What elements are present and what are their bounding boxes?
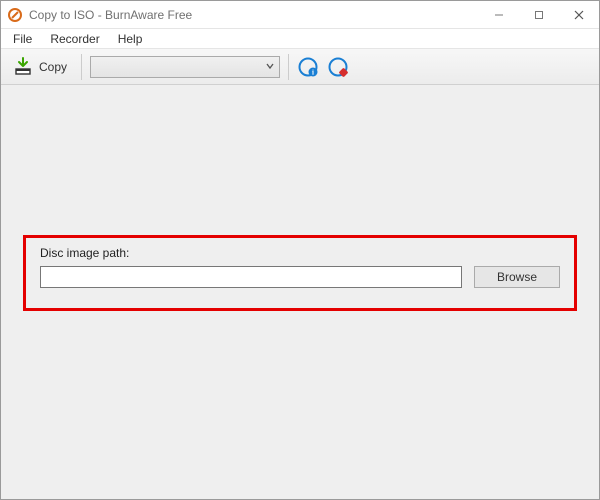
copy-icon (13, 57, 33, 77)
window-controls (479, 1, 599, 28)
disc-image-panel: Disc image path: Browse (23, 235, 577, 311)
erase-disc-button[interactable] (327, 56, 349, 78)
disc-image-path-label: Disc image path: (40, 246, 560, 260)
toolbar-separator (81, 54, 82, 80)
chevron-down-icon (265, 60, 275, 74)
minimize-button[interactable] (479, 1, 519, 28)
menubar: File Recorder Help (1, 29, 599, 49)
copy-label: Copy (39, 60, 67, 74)
maximize-button[interactable] (519, 1, 559, 28)
disc-image-path-row: Browse (40, 266, 560, 288)
content-area: Disc image path: Browse (1, 85, 599, 499)
close-button[interactable] (559, 1, 599, 28)
app-window: Copy to ISO - BurnAware Free File Record… (0, 0, 600, 500)
browse-button[interactable]: Browse (474, 266, 560, 288)
svg-text:i: i (312, 68, 314, 76)
menu-file[interactable]: File (5, 30, 40, 48)
drive-dropdown[interactable] (90, 56, 280, 78)
titlebar: Copy to ISO - BurnAware Free (1, 1, 599, 29)
disc-image-path-input[interactable] (40, 266, 462, 288)
browse-label: Browse (497, 270, 537, 284)
toolbar: Copy i (1, 49, 599, 85)
copy-button[interactable]: Copy (7, 55, 73, 79)
disc-info-button[interactable]: i (297, 56, 319, 78)
toolbar-separator (288, 54, 289, 80)
menu-help[interactable]: Help (110, 30, 151, 48)
burnaware-icon (7, 7, 23, 23)
menu-recorder[interactable]: Recorder (42, 30, 107, 48)
window-title: Copy to ISO - BurnAware Free (29, 8, 479, 22)
